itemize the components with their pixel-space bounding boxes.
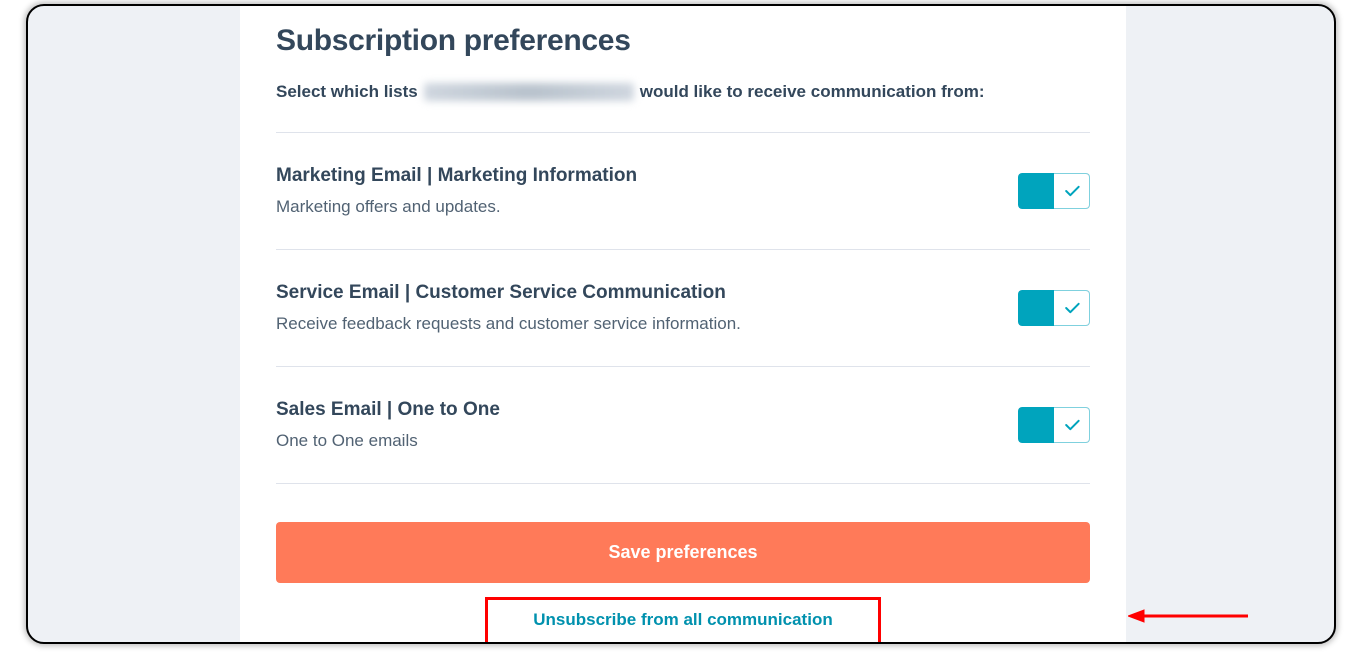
check-icon [1062,298,1082,318]
unsubscribe-all-link[interactable]: Unsubscribe from all communication [533,610,832,629]
preference-title: Service Email | Customer Service Communi… [276,282,1018,304]
intro-after: would like to receive communication from… [640,82,985,102]
toggle-off-indicator [1054,173,1090,209]
preference-title: Marketing Email | Marketing Information [276,165,1018,187]
unsubscribe-highlight-box: Unsubscribe from all communication [485,597,881,644]
preference-text: Sales Email | One to One One to One emai… [276,399,1018,451]
content-area: Subscription preferences Select which li… [240,6,1126,644]
preference-desc: Receive feedback requests and customer s… [276,314,1018,334]
main-panel: Subscription preferences Select which li… [240,6,1126,644]
toggle-marketing[interactable] [1018,173,1090,209]
toggle-service[interactable] [1018,290,1090,326]
preference-desc: One to One emails [276,431,1018,451]
toggle-on-indicator [1018,173,1054,209]
preference-row-sales: Sales Email | One to One One to One emai… [276,367,1090,484]
window-frame: Subscription preferences Select which li… [26,4,1336,644]
toggle-off-indicator [1054,290,1090,326]
intro-text: Select which lists would like to receive… [276,82,1090,102]
toggle-off-indicator [1054,407,1090,443]
check-icon [1062,415,1082,435]
preference-row-service: Service Email | Customer Service Communi… [276,250,1090,367]
preference-title: Sales Email | One to One [276,399,1018,421]
toggle-on-indicator [1018,290,1054,326]
toggle-sales[interactable] [1018,407,1090,443]
save-preferences-button[interactable]: Save preferences [276,522,1090,583]
intro-before: Select which lists [276,82,418,102]
page-title: Subscription preferences [276,24,1090,58]
preference-row-marketing: Marketing Email | Marketing Information … [276,133,1090,250]
check-icon [1062,181,1082,201]
annotation-arrow [1128,606,1248,626]
toggle-on-indicator [1018,407,1054,443]
preference-text: Service Email | Customer Service Communi… [276,282,1018,334]
preference-desc: Marketing offers and updates. [276,197,1018,217]
redacted-email [424,83,634,101]
preference-text: Marketing Email | Marketing Information … [276,165,1018,217]
